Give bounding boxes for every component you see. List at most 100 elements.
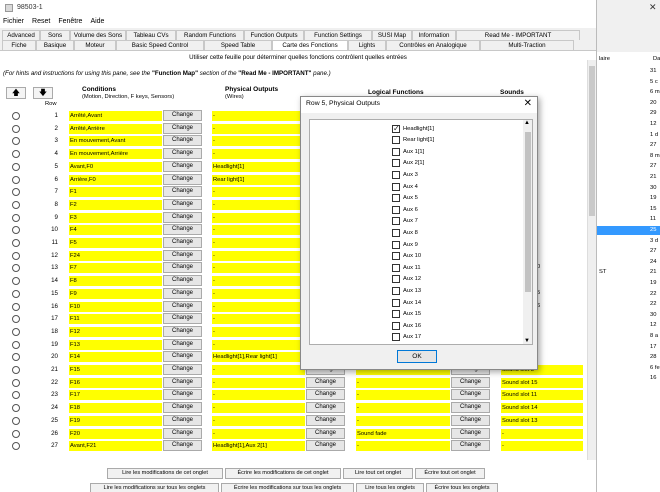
row-select-radio[interactable]	[12, 416, 20, 425]
tab-sons[interactable]: Sons	[40, 30, 70, 40]
conditions-change-button[interactable]: Change	[163, 249, 202, 261]
scroll-up-icon[interactable]: ▲	[524, 120, 530, 126]
logical-change-button[interactable]: Change	[451, 427, 490, 439]
output-checkbox[interactable]	[392, 159, 400, 168]
conditions-change-button[interactable]: Change	[163, 389, 202, 401]
tab-function-settings[interactable]: Function Settings	[304, 30, 372, 40]
conditions-change-button[interactable]: Change	[163, 160, 202, 172]
output-checkbox[interactable]	[392, 321, 400, 330]
logical-change-button[interactable]: Change	[451, 402, 490, 414]
row-select-radio[interactable]	[12, 124, 20, 133]
row-select-radio[interactable]	[12, 289, 20, 298]
conditions-change-button[interactable]: Change	[163, 338, 202, 350]
conditions-change-button[interactable]: Change	[163, 325, 202, 337]
read-write-tab-button-1[interactable]: Écrire les modifications de cet onglet	[225, 468, 341, 479]
conditions-change-button[interactable]: Change	[163, 313, 202, 325]
row-select-radio[interactable]	[12, 188, 20, 197]
physical-change-button[interactable]: Change	[306, 402, 345, 414]
conditions-change-button[interactable]: Change	[163, 376, 202, 388]
read-write-all-tabs-button-1[interactable]: Écrire les modifications sur tous les on…	[221, 483, 354, 492]
output-checkbox[interactable]	[392, 286, 400, 295]
conditions-change-button[interactable]: Change	[163, 224, 202, 236]
menu-aide[interactable]: Aide	[90, 18, 104, 25]
physical-change-button[interactable]: Change	[306, 414, 345, 426]
read-write-tab-button-0[interactable]: Lire les modifications de cet onglet	[107, 468, 223, 479]
output-checkbox[interactable]	[392, 275, 400, 284]
tab-information[interactable]: Information	[412, 30, 456, 40]
output-checkbox[interactable]	[392, 124, 400, 133]
output-checkbox[interactable]	[392, 298, 400, 307]
row-select-radio[interactable]	[12, 277, 20, 286]
tab-fiche[interactable]: Fiche	[2, 40, 36, 50]
physical-change-button[interactable]: Change	[306, 376, 345, 388]
conditions-change-button[interactable]: Change	[163, 122, 202, 134]
move-down-button[interactable]: 🡇	[33, 87, 53, 99]
conditions-change-button[interactable]: Change	[163, 364, 202, 375]
checklist-item[interactable]: Aux 10	[392, 251, 421, 262]
physical-change-button[interactable]: Change	[306, 389, 345, 401]
conditions-change-button[interactable]: Change	[163, 351, 202, 363]
physical-change-button[interactable]: Change	[306, 440, 345, 452]
checklist-item[interactable]: Rear light[1]	[392, 135, 434, 146]
row-select-radio[interactable]	[12, 200, 20, 209]
checklist-item[interactable]: Aux 7	[392, 216, 418, 227]
output-checkbox[interactable]	[392, 240, 400, 249]
conditions-change-button[interactable]: Change	[163, 402, 202, 414]
read-write-tab-button-2[interactable]: Lire tout cet onglet	[343, 468, 413, 479]
menu-reset[interactable]: Reset	[32, 18, 50, 25]
pane-scrollbar[interactable]	[587, 60, 596, 460]
output-checkbox[interactable]	[392, 147, 400, 156]
tab-multi-traction[interactable]: Multi-Traction	[480, 40, 574, 50]
logical-change-button[interactable]: Change	[451, 389, 490, 401]
checklist-item[interactable]: Aux 11	[392, 262, 421, 273]
tab-function-outputs[interactable]: Function Outputs	[244, 30, 304, 40]
scroll-thumb[interactable]	[589, 66, 595, 216]
conditions-change-button[interactable]: Change	[163, 427, 202, 439]
row-select-radio[interactable]	[12, 340, 20, 349]
conditions-change-button[interactable]: Change	[163, 173, 202, 185]
checklist-item[interactable]: Aux 16	[392, 320, 421, 331]
checklist-item[interactable]: Aux 1[1]	[392, 146, 424, 157]
conditions-change-button[interactable]: Change	[163, 275, 202, 287]
output-checkbox[interactable]	[392, 194, 400, 203]
row-select-radio[interactable]	[12, 264, 20, 273]
row-select-radio[interactable]	[12, 378, 20, 387]
read-write-all-tabs-button-0[interactable]: Lire les modifications sur tous les ongl…	[90, 483, 219, 492]
row-select-radio[interactable]	[12, 150, 20, 159]
checklist-item[interactable]: Aux 4	[392, 181, 418, 192]
tab-random-functions[interactable]: Random Functions	[176, 30, 244, 40]
logical-change-button[interactable]: Change	[451, 414, 490, 426]
row-select-radio[interactable]	[12, 213, 20, 222]
row-select-radio[interactable]	[12, 315, 20, 324]
conditions-change-button[interactable]: Change	[163, 186, 202, 198]
conditions-change-button[interactable]: Change	[163, 262, 202, 274]
tab-contr-les-en-analogique[interactable]: Contrôles en Analogique	[386, 40, 480, 50]
conditions-change-button[interactable]: Change	[163, 300, 202, 312]
tab-basic-speed-control[interactable]: Basic Speed Control	[116, 40, 204, 50]
read-write-tab-button-3[interactable]: Écrire tout cet onglet	[415, 468, 485, 479]
output-checkbox[interactable]	[392, 228, 400, 237]
row-select-radio[interactable]	[12, 353, 20, 362]
output-checkbox[interactable]	[392, 205, 400, 214]
checklist-item[interactable]: Aux 15	[392, 309, 421, 320]
output-checkbox[interactable]	[392, 136, 400, 145]
checklist-item[interactable]: Aux 13	[392, 285, 421, 296]
output-checkbox[interactable]	[392, 333, 400, 342]
output-checkbox[interactable]	[392, 263, 400, 272]
checklist-item[interactable]: Aux 2[1]	[392, 158, 424, 169]
move-up-button[interactable]: 🡅	[6, 87, 26, 99]
checklist-scrollbar[interactable]: ▲ ▼	[523, 120, 532, 344]
output-checkbox[interactable]	[392, 170, 400, 179]
tab-moteur[interactable]: Moteur	[74, 40, 116, 50]
tab-susi-map[interactable]: SUSI Map	[372, 30, 412, 40]
conditions-change-button[interactable]: Change	[163, 110, 202, 121]
tab-advanced[interactable]: Advanced	[2, 30, 40, 40]
row-select-radio[interactable]	[12, 175, 20, 184]
tab-read-me-important[interactable]: Read Me - IMPORTANT	[456, 30, 580, 40]
row-select-radio[interactable]	[12, 137, 20, 146]
read-write-all-tabs-button-2[interactable]: Lire tous les onglets	[356, 483, 424, 492]
row-select-radio[interactable]	[12, 327, 20, 336]
checklist-item[interactable]: Headlight[1]	[392, 123, 434, 134]
close-icon[interactable]: ✕	[649, 2, 657, 13]
scroll-thumb[interactable]	[525, 132, 531, 292]
